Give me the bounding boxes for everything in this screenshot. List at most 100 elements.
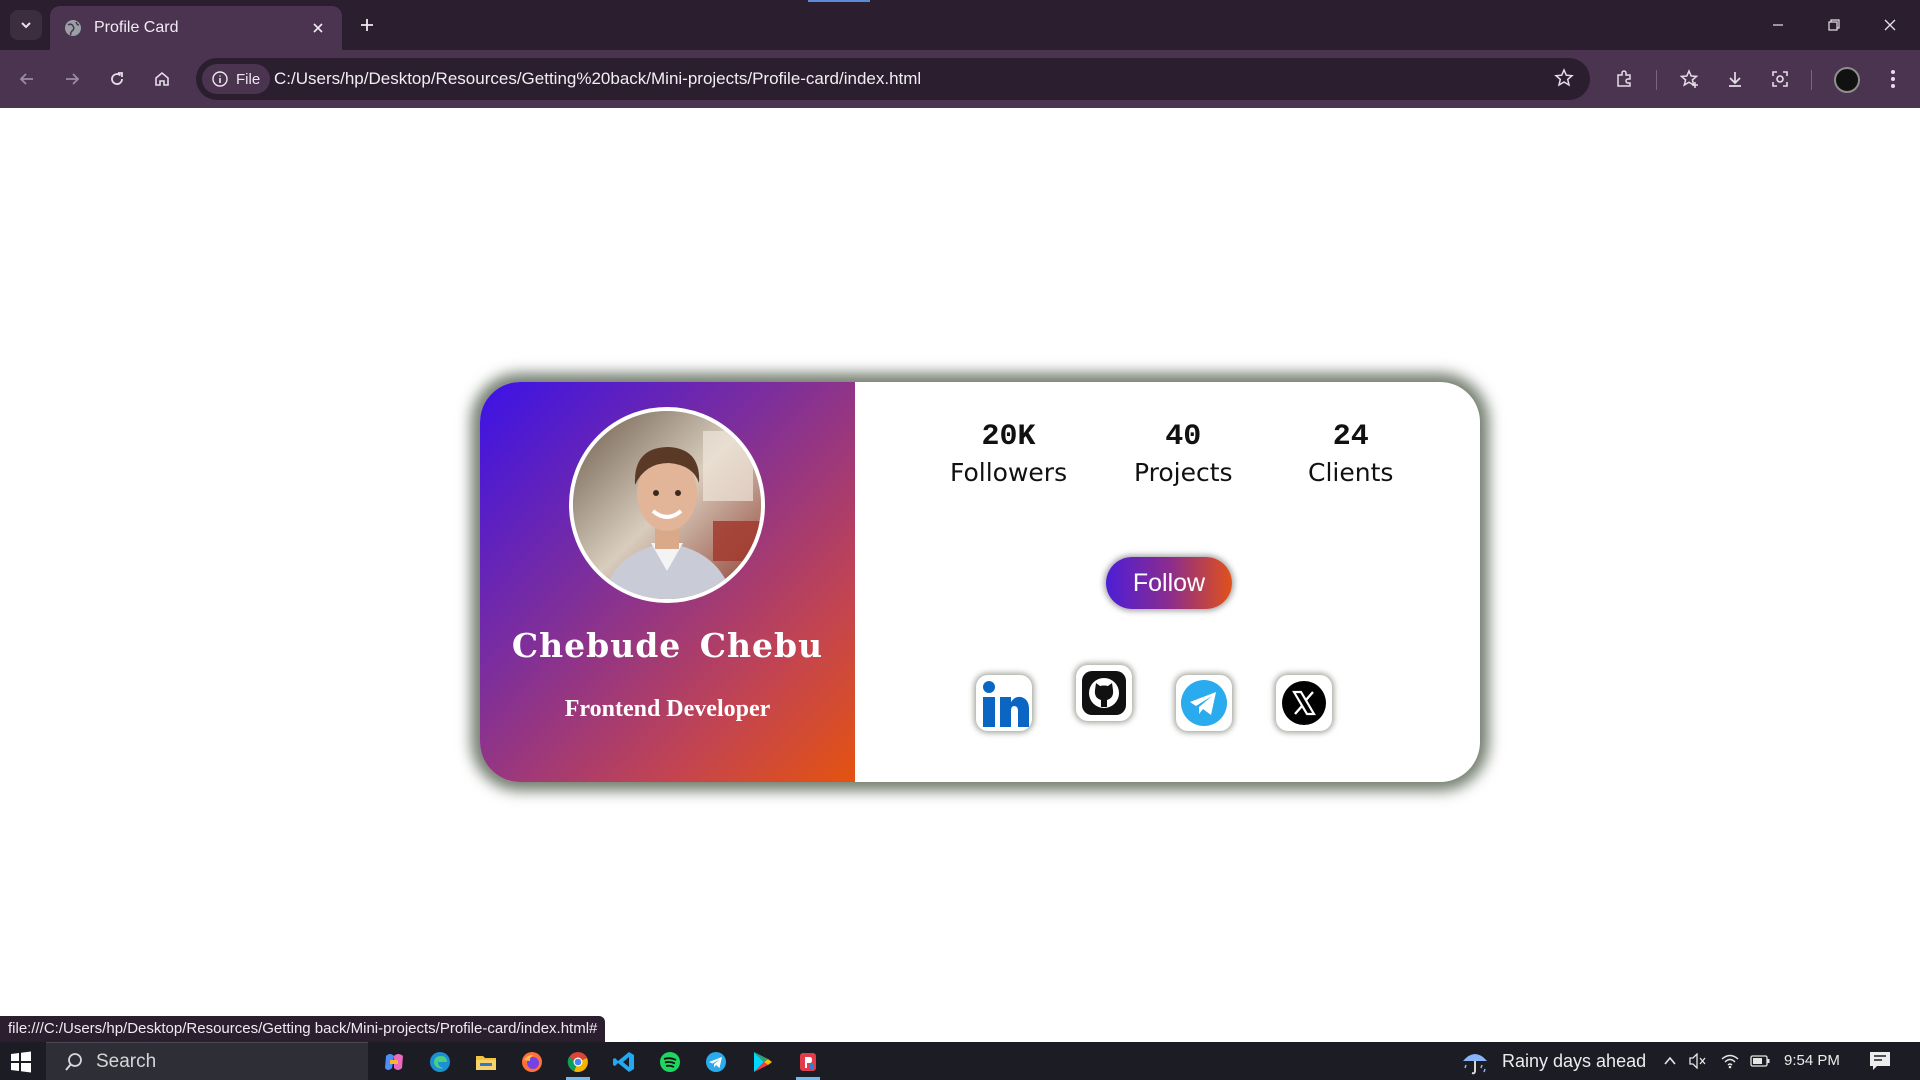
taskbar-search-placeholder: Search bbox=[96, 1050, 157, 1072]
spotify-icon bbox=[660, 1052, 680, 1072]
taskbar-telegram[interactable] bbox=[698, 1046, 734, 1078]
browser-titlebar: Profile Card bbox=[0, 0, 1920, 50]
forward-icon bbox=[66, 73, 80, 85]
taskbar-copilot[interactable] bbox=[376, 1046, 412, 1078]
back-icon bbox=[19, 73, 33, 85]
wifi-icon bbox=[1721, 1054, 1739, 1069]
home-button[interactable] bbox=[145, 62, 179, 96]
github-link[interactable] bbox=[1076, 665, 1132, 721]
weather-text: Rainy days ahead bbox=[1502, 1050, 1647, 1071]
bookmark-star-button[interactable] bbox=[1554, 68, 1574, 93]
browser-tab[interactable]: Profile Card bbox=[50, 6, 342, 50]
close-window-button[interactable] bbox=[1862, 0, 1918, 50]
volume-button[interactable] bbox=[1688, 1051, 1708, 1071]
taskbar-file-explorer[interactable] bbox=[468, 1046, 504, 1078]
taskbar: Search Rainy days ahead 9:54 PM bbox=[0, 1042, 1920, 1080]
network-button[interactable] bbox=[1720, 1051, 1740, 1071]
extensions-icon bbox=[1617, 70, 1631, 87]
chevron-down-icon bbox=[21, 22, 31, 29]
url-text[interactable]: C:/Users/hp/Desktop/Resources/Getting%20… bbox=[274, 69, 921, 89]
new-tab-button[interactable] bbox=[352, 10, 382, 40]
telegram-link[interactable] bbox=[1176, 675, 1232, 731]
site-info-chip[interactable]: File bbox=[202, 64, 271, 94]
file-explorer-icon bbox=[476, 1056, 496, 1070]
screenshot-icon bbox=[1772, 71, 1788, 87]
forward-button[interactable] bbox=[55, 62, 89, 96]
profile-name: Chebude Chebu bbox=[511, 626, 824, 665]
minimize-button[interactable] bbox=[1750, 0, 1806, 50]
bookmarks-button[interactable] bbox=[1673, 62, 1707, 96]
profile-card-left-panel: Chebude Chebu Frontend Developer bbox=[480, 382, 855, 782]
download-icon bbox=[1729, 72, 1741, 87]
browser-toolbar: File C:/Users/hp/Desktop/Resources/Getti… bbox=[0, 50, 1920, 108]
downloads-button[interactable] bbox=[1718, 62, 1752, 96]
taskbar-vscode[interactable] bbox=[606, 1046, 642, 1078]
follow-button[interactable]: Follow bbox=[1106, 557, 1232, 609]
reload-button[interactable] bbox=[100, 62, 134, 96]
stat-clients: 24 Clients bbox=[1308, 420, 1393, 487]
volume-muted-icon bbox=[1689, 1053, 1706, 1069]
weather-widget[interactable]: Rainy days ahead bbox=[1460, 1042, 1646, 1080]
stat-followers: 20K Followers bbox=[950, 420, 1067, 487]
minimize-icon bbox=[1773, 24, 1783, 26]
restore-icon bbox=[1828, 19, 1840, 31]
taskbar-app[interactable] bbox=[790, 1046, 826, 1080]
stat-value: 20K bbox=[981, 420, 1036, 454]
vscode-icon bbox=[613, 1052, 634, 1072]
taskbar-chrome[interactable] bbox=[560, 1046, 596, 1080]
x-icon bbox=[1282, 681, 1326, 725]
avatar bbox=[569, 407, 765, 603]
avatar-photo bbox=[573, 411, 761, 599]
stat-label: Clients bbox=[1308, 458, 1394, 487]
tab-close-button[interactable] bbox=[308, 18, 328, 38]
telegram-icon bbox=[1181, 680, 1227, 726]
restore-button[interactable] bbox=[1806, 0, 1862, 50]
stat-value: 24 bbox=[1332, 420, 1369, 454]
plus-icon bbox=[361, 19, 373, 31]
stat-label: Followers bbox=[950, 458, 1068, 487]
umbrella-icon bbox=[1463, 1054, 1487, 1075]
play-store-icon bbox=[754, 1052, 772, 1072]
home-icon bbox=[155, 71, 169, 86]
edge-icon bbox=[430, 1052, 450, 1072]
bookmarks-icon bbox=[1680, 69, 1699, 88]
browser-menu-button[interactable] bbox=[1876, 62, 1910, 96]
firefox-icon bbox=[522, 1052, 542, 1072]
tab-list-button[interactable] bbox=[10, 10, 42, 40]
chevron-up-icon bbox=[1664, 1056, 1676, 1065]
profile-role: Frontend Developer bbox=[564, 696, 771, 722]
tab-strip-indicator bbox=[808, 0, 870, 2]
taskbar-edge[interactable] bbox=[422, 1046, 458, 1078]
battery-button[interactable] bbox=[1750, 1051, 1770, 1071]
taskbar-play-store[interactable] bbox=[744, 1046, 780, 1078]
tab-title: Profile Card bbox=[94, 19, 179, 36]
stat-projects: 40 Projects bbox=[1134, 420, 1233, 487]
back-button[interactable] bbox=[10, 62, 44, 96]
screenshot-button[interactable] bbox=[1763, 62, 1797, 96]
address-bar[interactable]: File C:/Users/hp/Desktop/Resources/Getti… bbox=[196, 58, 1590, 100]
linkedin-icon bbox=[983, 681, 1029, 727]
tray-overflow-button[interactable] bbox=[1660, 1051, 1680, 1071]
notification-icon[interactable] bbox=[1868, 1050, 1892, 1072]
taskbar-spotify[interactable] bbox=[652, 1046, 688, 1078]
info-icon bbox=[212, 71, 228, 87]
taskbar-search[interactable]: Search bbox=[46, 1042, 368, 1080]
kebab-menu-icon bbox=[1891, 70, 1895, 88]
toolbar-separator bbox=[1656, 70, 1657, 90]
taskbar-firefox[interactable] bbox=[514, 1046, 550, 1078]
search-icon bbox=[65, 1052, 82, 1071]
copilot-icon bbox=[385, 1054, 403, 1070]
app-icon bbox=[800, 1053, 816, 1071]
x-link[interactable] bbox=[1276, 675, 1332, 731]
site-chip-label: File bbox=[236, 70, 261, 88]
globe-icon bbox=[65, 20, 81, 36]
taskbar-clock[interactable]: 9:54 PM bbox=[1784, 1052, 1840, 1069]
github-icon bbox=[1082, 671, 1126, 715]
battery-icon bbox=[1750, 1055, 1770, 1067]
toolbar-separator bbox=[1811, 70, 1812, 90]
close-icon bbox=[1884, 19, 1896, 31]
linkedin-link[interactable] bbox=[976, 675, 1032, 731]
extensions-button[interactable] bbox=[1607, 62, 1641, 96]
windows-start-icon[interactable] bbox=[8, 1049, 34, 1075]
profile-icon[interactable] bbox=[1834, 67, 1860, 93]
